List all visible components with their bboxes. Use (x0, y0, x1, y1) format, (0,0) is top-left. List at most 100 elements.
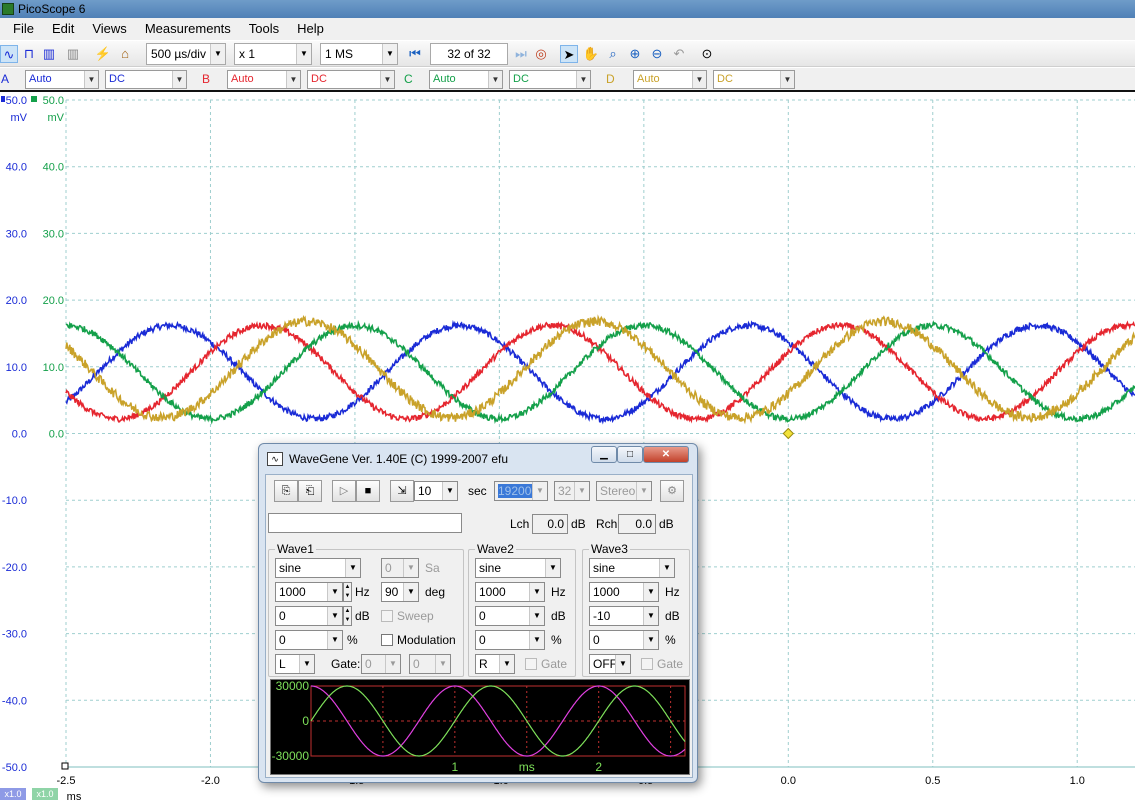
samples-select[interactable]: 1 MS ▼ (320, 43, 398, 65)
zoom-overview-icon[interactable]: ⊙ (698, 45, 716, 63)
menu-measurements[interactable]: Measurements (136, 18, 240, 40)
wave3-shape-select[interactable]: sine ▼ (589, 558, 675, 578)
wave1-level-select[interactable]: 0 ▼ (275, 606, 343, 626)
duration-select[interactable]: 10 ▼ (414, 481, 458, 501)
channel-d-coupling: DC (717, 73, 733, 85)
wave3-pct-select[interactable]: 0 ▼ (589, 630, 659, 650)
wave3-output-select[interactable]: OFF ▼ (589, 654, 631, 674)
wave2-gate-checkbox[interactable] (525, 658, 537, 670)
wave3-freq-select[interactable]: 1000 ▼ (589, 582, 659, 602)
wave1-pct-select[interactable]: 0 ▼ (275, 630, 343, 650)
wave2-level-select[interactable]: 0 ▼ (475, 606, 545, 626)
capture-index-value: 32 of 32 (447, 47, 491, 61)
channel-c-range-select[interactable]: Auto ▼ (429, 70, 503, 89)
maximize-button[interactable]: □ (617, 446, 643, 463)
wave1-sa-select[interactable]: 0 ▼ (381, 558, 419, 578)
channel-b-coupling-select[interactable]: DC ▼ (307, 70, 395, 89)
wave2-pct-select[interactable]: 0 ▼ (475, 630, 545, 650)
y-tick-label-a: 30.0 (6, 228, 27, 240)
first-capture-icon[interactable]: ⏮ (406, 45, 424, 63)
compass-icon[interactable]: ◎ (532, 45, 550, 63)
scope-mode-icon[interactable]: ∿ (0, 45, 18, 63)
channel-b-range-select[interactable]: Auto ▼ (227, 70, 301, 89)
x-tick-label: 0.5 (925, 775, 940, 787)
channel-a-label[interactable]: A (1, 72, 9, 86)
wave1-phase-select[interactable]: 90 ▼ (381, 582, 419, 602)
bits-select[interactable]: 32 ▼ (554, 481, 590, 501)
wave1-level-spinner[interactable]: ▲ ▼ (343, 606, 352, 626)
chevron-down-icon: ▼ (643, 607, 658, 625)
last-capture-icon[interactable]: ⏭ (512, 45, 530, 63)
wave3-level-select[interactable]: -10 ▼ (589, 606, 659, 626)
chevron-down-icon: ▼ (286, 71, 300, 88)
close-button[interactable]: ✕ (643, 446, 689, 463)
persistence-mode-icon[interactable]: ⊓ (20, 45, 38, 63)
wave1-freq-select[interactable]: 1000 ▼ (275, 582, 343, 602)
menu-tools[interactable]: Tools (240, 18, 288, 40)
wave2-level-unit: dB (551, 609, 566, 623)
wave3-gate-checkbox[interactable] (641, 658, 653, 670)
wave2-output-select[interactable]: R ▼ (475, 654, 515, 674)
open-file-icon[interactable]: ⎘ (274, 480, 298, 502)
undo-zoom-icon[interactable]: ↶ (670, 45, 688, 63)
zoom-select-icon[interactable]: ⌕ (604, 45, 622, 63)
export-icon[interactable]: ⇲ (390, 480, 414, 502)
minimize-button[interactable]: ▁ (591, 446, 617, 463)
channels-mode-select[interactable]: Stereo ▼ (596, 481, 652, 501)
wave2-shape-select[interactable]: sine ▼ (475, 558, 561, 578)
menu-help[interactable]: Help (288, 18, 333, 40)
sample-rate-select[interactable]: 192000 ▼ (494, 481, 548, 501)
spectrum-mode-icon[interactable]: ▥ (40, 45, 58, 63)
chevron-down-icon: ▼ (210, 44, 225, 64)
filename-field[interactable] (268, 513, 462, 533)
wave1-modulation-checkbox[interactable] (381, 634, 393, 646)
zoom-out-icon[interactable]: ⊖ (648, 45, 666, 63)
wave1-gate2-select[interactable]: 0 ▼ (409, 654, 451, 674)
y-tick-label-c: 30.0 (43, 228, 64, 240)
menu-file[interactable]: File (4, 18, 43, 40)
wave2-level: 0 (479, 609, 486, 623)
save-file-icon[interactable]: ⎗ (298, 480, 322, 502)
channel-c-coupling-select[interactable]: DC ▼ (509, 70, 591, 89)
preview-y-top: 30000 (276, 680, 310, 693)
wave1-sweep-checkbox[interactable] (381, 610, 393, 622)
stop-icon[interactable]: ■ (356, 480, 380, 502)
wave3-gate-label: Gate (657, 657, 684, 671)
spectrum-disabled-icon: ▥ (66, 46, 80, 61)
wave1-output-select[interactable]: L ▼ (275, 654, 315, 674)
wave1-level: 0 (279, 609, 286, 623)
channel-a-range-select[interactable]: Auto ▼ (25, 70, 99, 89)
channel-d-coupling-select[interactable]: DC ▼ (713, 70, 795, 89)
chevron-down-icon: ▼ (643, 583, 658, 601)
wave1-freq-spinner[interactable]: ▲ ▼ (343, 582, 352, 602)
title-bar: PicoScope 6 (0, 0, 1135, 18)
chevron-down-icon: ▼ (636, 482, 651, 500)
channel-a-coupling-select[interactable]: DC ▼ (105, 70, 187, 89)
channel-d-label[interactable]: D (606, 72, 615, 86)
channel-d-range-select[interactable]: Auto ▼ (633, 70, 707, 89)
menu-views[interactable]: Views (83, 18, 135, 40)
wavegene-window[interactable]: ∿ WaveGene Ver. 1.40E (C) 1999-2007 efu … (258, 443, 698, 783)
wave1-shape-select[interactable]: sine ▼ (275, 558, 361, 578)
wave1-freq: 1000 (279, 585, 306, 599)
channel-c-label[interactable]: C (404, 72, 413, 86)
rch-label: Rch (596, 517, 618, 531)
zoom-in-icon[interactable]: ⊕ (626, 45, 644, 63)
wave1-gate1-select[interactable]: 0 ▼ (361, 654, 401, 674)
y-tick-label-a: 40.0 (6, 162, 27, 174)
lightning-icon[interactable]: ⚡ (94, 45, 112, 63)
home-icon[interactable]: ⌂ (116, 45, 134, 63)
play-icon[interactable]: ▷ (332, 480, 356, 502)
chevron-down-icon: ▼ (780, 71, 794, 88)
settings-icon[interactable]: ⚙ (660, 480, 684, 502)
capture-index-field[interactable]: 32 of 32 (430, 43, 508, 65)
preview-y-bottom: -30000 (272, 749, 310, 763)
channel-b-label[interactable]: B (202, 72, 210, 86)
y-tick-label-a: -10.0 (2, 495, 27, 507)
wave2-freq-select[interactable]: 1000 ▼ (475, 582, 545, 602)
menu-edit[interactable]: Edit (43, 18, 83, 40)
pointer-icon[interactable]: ➤ (560, 45, 578, 63)
zoom-select[interactable]: x 1 ▼ (234, 43, 312, 65)
timebase-select[interactable]: 500 µs/div ▼ (146, 43, 226, 65)
hand-icon[interactable]: ✋ (582, 45, 600, 63)
